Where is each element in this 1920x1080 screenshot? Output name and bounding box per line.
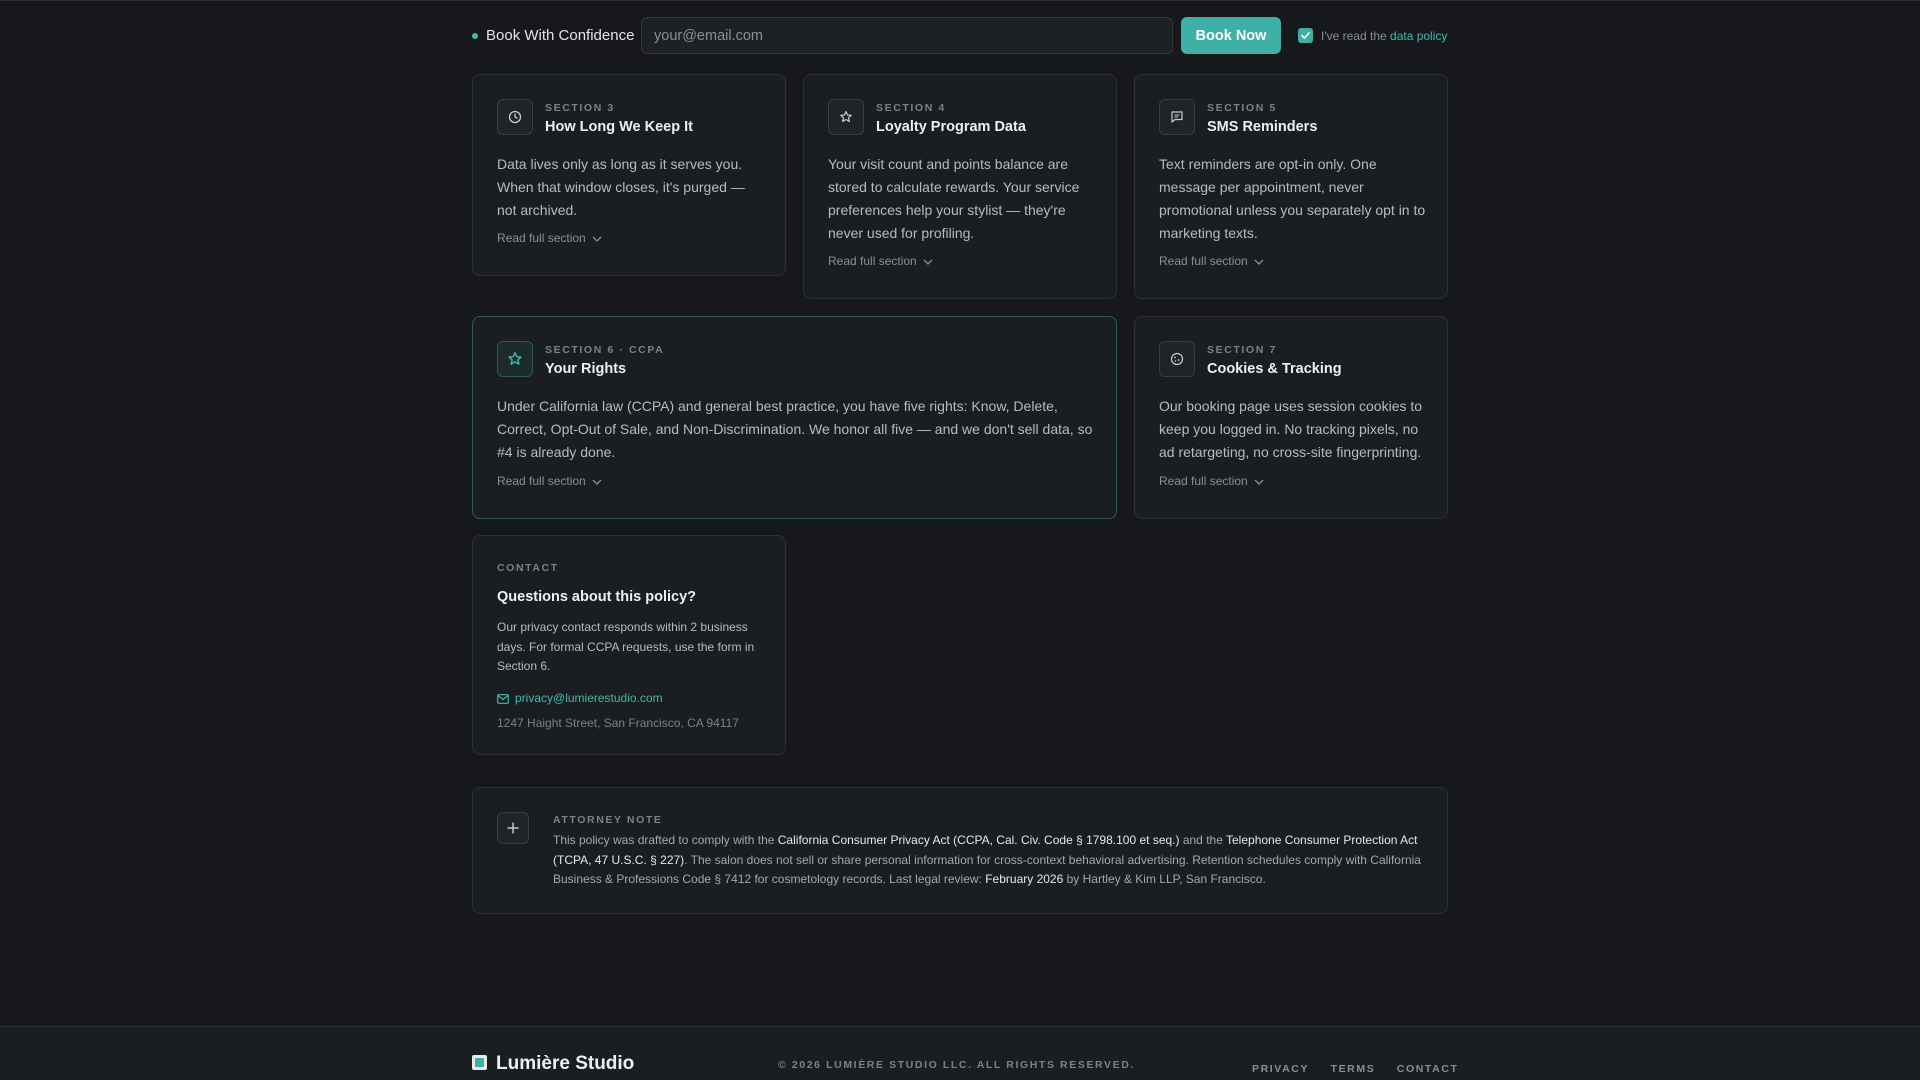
chevron-down-icon bbox=[592, 236, 602, 242]
contact-email-link[interactable]: privacy@lumierestudio.com bbox=[497, 691, 663, 705]
policy-checkbox[interactable] bbox=[1298, 28, 1313, 43]
email-input[interactable] bbox=[641, 17, 1173, 54]
attorney-text-part: by Hartley & Kim LLP, San Francisco. bbox=[1063, 872, 1266, 886]
contact-eyebrow: CONTACT bbox=[497, 562, 559, 574]
footer-link-contact[interactable]: CONTACT bbox=[1397, 1063, 1459, 1075]
expand-button[interactable] bbox=[497, 812, 529, 844]
read-more-label: Read full section bbox=[1159, 474, 1248, 488]
contact-body: Our privacy contact responds within 2 bu… bbox=[497, 620, 755, 673]
card-title: SMS Reminders bbox=[1207, 119, 1318, 135]
attorney-eyebrow: ATTORNEY NOTE bbox=[553, 814, 663, 826]
card-icon-box bbox=[1159, 341, 1195, 377]
card-body: Under California law (CCPA) and general … bbox=[497, 398, 1093, 460]
contact-title: Questions about this policy? bbox=[497, 589, 696, 605]
star-icon bbox=[840, 110, 852, 123]
footer-brand[interactable]: Lumière Studio bbox=[496, 1053, 634, 1075]
card-title: Cookies & Tracking bbox=[1207, 361, 1342, 377]
card-title: Loyalty Program Data bbox=[876, 119, 1026, 135]
status-dot bbox=[472, 33, 478, 39]
card-eyebrow: SECTION 3 bbox=[545, 102, 615, 114]
card-section-3: SECTION 3 How Long We Keep It Data lives… bbox=[472, 74, 786, 276]
card-icon-box bbox=[828, 99, 864, 135]
read-more-label: Read full section bbox=[497, 231, 586, 245]
logo-mark bbox=[475, 1058, 484, 1067]
read-more-label: Read full section bbox=[497, 474, 586, 488]
attorney-text-part: This policy was drafted to comply with t… bbox=[553, 833, 778, 847]
card-section-5: SECTION 5 SMS Reminders Text reminders a… bbox=[1134, 74, 1448, 299]
contact-card: CONTACT Questions about this policy? Our… bbox=[472, 535, 786, 755]
chevron-down-icon bbox=[923, 259, 933, 265]
footer-link-privacy[interactable]: PRIVACY bbox=[1252, 1063, 1309, 1075]
card-icon-box bbox=[1159, 99, 1195, 135]
booking-bar: Book With Confidence Book Now I've read … bbox=[472, 17, 1448, 54]
chevron-down-icon bbox=[1254, 259, 1264, 265]
card-section-7: SECTION 7 Cookies & Tracking Our booking… bbox=[1134, 316, 1448, 519]
site-footer: Lumière Studio © 2026 LUMIÈRE STUDIO LLC… bbox=[0, 1026, 1920, 1080]
cookie-icon bbox=[1170, 352, 1184, 366]
card-section-4: SECTION 4 Loyalty Program Data Your visi… bbox=[803, 74, 1117, 299]
clock-icon bbox=[508, 110, 522, 124]
read-more-link[interactable]: Read full section bbox=[497, 231, 602, 245]
attorney-text: This policy was drafted to comply with t… bbox=[553, 831, 1423, 890]
footer-copyright: © 2026 LUMIÈRE STUDIO LLC. ALL RIGHTS RE… bbox=[778, 1059, 1135, 1071]
footer-links: PRIVACY TERMS CONTACT bbox=[1252, 1059, 1459, 1077]
contact-email: privacy@lumierestudio.com bbox=[515, 691, 663, 705]
policy-agreement: I've read the data policy bbox=[1321, 29, 1447, 43]
read-more-label: Read full section bbox=[1159, 254, 1248, 268]
card-body: Data lives only as long as it serves you… bbox=[497, 156, 745, 218]
footer-link-terms[interactable]: TERMS bbox=[1331, 1063, 1376, 1075]
card-eyebrow: SECTION 7 bbox=[1207, 344, 1277, 356]
card-eyebrow: SECTION 6 · CCPA bbox=[545, 344, 665, 356]
checkmark-icon bbox=[1301, 32, 1310, 39]
read-more-link[interactable]: Read full section bbox=[1159, 254, 1264, 268]
top-border bbox=[0, 0, 1920, 1]
booking-bar-label: Book With Confidence bbox=[486, 27, 635, 44]
chevron-down-icon bbox=[592, 479, 602, 485]
message-icon bbox=[1171, 111, 1183, 123]
card-icon-box bbox=[497, 99, 533, 135]
attorney-text-part: and the bbox=[1179, 833, 1226, 847]
card-title: How Long We Keep It bbox=[545, 119, 693, 135]
mail-icon bbox=[497, 693, 509, 704]
read-more-link[interactable]: Read full section bbox=[497, 474, 602, 488]
card-body: Our booking page uses session cookies to… bbox=[1159, 398, 1423, 460]
logo-icon bbox=[472, 1055, 487, 1070]
ccpa-citation: California Consumer Privacy Act (CCPA, C… bbox=[777, 833, 1180, 847]
plus-icon bbox=[507, 822, 519, 834]
card-section-6: SECTION 6 · CCPA Your Rights Under Calif… bbox=[472, 316, 1117, 519]
book-now-button[interactable]: Book Now bbox=[1181, 17, 1281, 54]
read-more-link[interactable]: Read full section bbox=[828, 254, 933, 268]
card-icon-box bbox=[497, 341, 533, 377]
read-more-link[interactable]: Read full section bbox=[1159, 474, 1264, 488]
chevron-down-icon bbox=[1254, 479, 1264, 485]
star-icon bbox=[508, 352, 522, 365]
agree-text: I've read the bbox=[1321, 29, 1387, 43]
card-eyebrow: SECTION 5 bbox=[1207, 102, 1277, 114]
card-title: Your Rights bbox=[545, 361, 627, 377]
card-eyebrow: SECTION 4 bbox=[876, 102, 946, 114]
card-body: Your visit count and points balance are … bbox=[828, 156, 1080, 241]
attorney-note: ATTORNEY NOTE This policy was drafted to… bbox=[472, 787, 1448, 914]
review-date: February 2026 bbox=[985, 872, 1064, 886]
card-body: Text reminders are opt-in only. One mess… bbox=[1159, 156, 1426, 241]
read-more-label: Read full section bbox=[828, 254, 917, 268]
contact-address: 1247 Haight Street, San Francisco, CA 94… bbox=[497, 716, 739, 730]
data-policy-link[interactable]: data policy bbox=[1390, 29, 1447, 43]
